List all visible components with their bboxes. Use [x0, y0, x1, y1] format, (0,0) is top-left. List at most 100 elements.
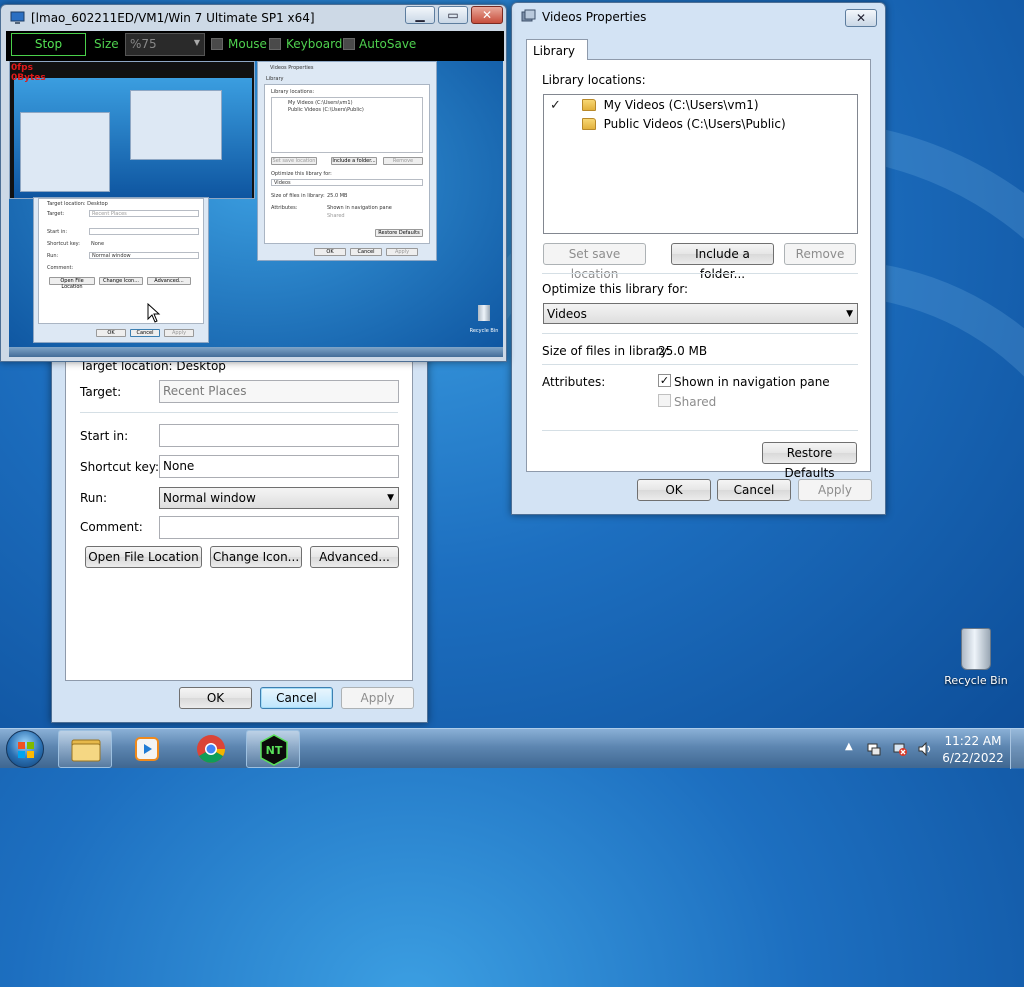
viewer-titlebar[interactable]: [lmao_602211ED/VM1/Win 7 Ultimate SP1 x6… [1, 5, 506, 31]
shortcut-cancel-button[interactable]: Cancel [260, 687, 333, 709]
close-button[interactable]: ✕ [845, 9, 877, 27]
change-icon-button[interactable]: Change Icon... [210, 546, 302, 568]
taskbar-chrome[interactable] [184, 730, 238, 768]
shortcut-tab-panel: Target location: Desktop Target: Recent … [65, 351, 413, 681]
chrome-icon [197, 735, 225, 763]
list-item[interactable]: Public Videos (C:\Users\Public) [550, 117, 786, 135]
taskbar: NT ▲ 11:22 AM 6/22/2022 [0, 728, 1024, 769]
taskbar-nt-app[interactable]: NT [246, 730, 300, 768]
remote-desktop-view[interactable]: 0fps 0Bytes Target location: Desktop Tar… [9, 61, 503, 357]
videos-cancel-button[interactable]: Cancel [717, 479, 791, 501]
media-player-icon [135, 737, 159, 761]
svg-text:NT: NT [266, 744, 283, 757]
clock-time[interactable]: 11:22 AM [938, 734, 1008, 748]
videos-properties-title: Videos Properties [542, 10, 647, 24]
run-dropdown[interactable]: Normal window ▼ [159, 487, 399, 509]
library-tab-panel: Library locations: ✓ My Videos (C:\Users… [526, 59, 871, 480]
mouse-label: Mouse [228, 37, 267, 51]
taskbar-file-explorer[interactable] [58, 730, 112, 768]
size-label: Size [94, 37, 119, 51]
remove-button[interactable]: Remove [784, 243, 856, 265]
keyboard-label: Keyboard [286, 37, 343, 51]
comment-label: Comment: [80, 520, 143, 534]
tray-expand-icon[interactable]: ▲ [845, 741, 853, 752]
taskbar-media-player[interactable] [120, 730, 174, 768]
start-button[interactable] [6, 730, 44, 768]
include-folder-button[interactable]: Include a folder... [671, 243, 774, 281]
restore-defaults-button[interactable]: Restore Defaults [762, 442, 857, 480]
minimize-button[interactable]: ▁ [405, 6, 435, 24]
separator [542, 333, 858, 334]
optimize-dropdown[interactable]: Videos ▼ [543, 303, 858, 324]
target-field[interactable]: Recent Places [159, 380, 399, 403]
file-explorer-icon [71, 739, 101, 762]
start-in-label: Start in: [80, 429, 129, 443]
mouse-checkbox[interactable] [211, 38, 223, 50]
videos-properties-titlebar[interactable]: Videos Properties ✕ [512, 3, 885, 29]
separator [80, 412, 398, 413]
shown-in-nav-label: Shown in navigation pane [674, 375, 830, 389]
keyboard-checkbox[interactable] [269, 38, 281, 50]
size-dropdown[interactable]: %75 ▼ [125, 33, 205, 56]
shortcut-key-label: Shortcut key: [80, 460, 160, 474]
remote-viewer-window: [lmao_602211ED/VM1/Win 7 Ultimate SP1 x6… [0, 4, 507, 362]
shortcut-apply-button[interactable]: Apply [341, 687, 414, 709]
mini-videos-properties: Videos Properties Library Library locati… [257, 61, 437, 261]
minimize-icon: ▁ [415, 8, 425, 22]
volume-icon[interactable] [917, 741, 933, 757]
windows-logo-icon [18, 742, 34, 758]
close-icon: ✕ [481, 8, 493, 22]
set-save-location-button[interactable]: Set save location [543, 243, 646, 281]
autosave-checkbox[interactable] [343, 38, 355, 50]
recycle-bin-label: Recycle Bin [944, 674, 1008, 687]
size-value: 25.0 MB [658, 344, 708, 358]
action-center-icon[interactable] [866, 741, 882, 757]
chevron-down-icon: ▼ [846, 309, 853, 319]
start-in-field[interactable] [159, 424, 399, 447]
autosave-label: AutoSave [359, 37, 417, 51]
separator [542, 364, 858, 365]
library-locations-label: Library locations: [542, 73, 646, 87]
close-button[interactable]: ✕ [471, 6, 503, 24]
library-locations-list[interactable]: ✓ My Videos (C:\Users\vm1) Public Videos… [543, 94, 858, 234]
videos-ok-button[interactable]: OK [637, 479, 711, 501]
size-dropdown-value: %75 [130, 37, 157, 51]
optimize-label: Optimize this library for: [542, 282, 689, 296]
list-item[interactable]: ✓ My Videos (C:\Users\vm1) [550, 98, 759, 116]
checkmark-icon: ✓ [550, 98, 561, 113]
viewer-title: [lmao_602211ED/VM1/Win 7 Ultimate SP1 x6… [31, 11, 315, 25]
viewer-toolbar: Stop Size %75 ▼ Mouse Keyboard AutoSave [6, 31, 504, 61]
open-file-location-button[interactable]: Open File Location [85, 546, 202, 568]
shortcut-properties-window: Target location: Desktop Target: Recent … [51, 350, 428, 723]
folder-icon [581, 99, 596, 111]
network-icon[interactable] [892, 741, 908, 757]
location-label: My Videos (C:\Users\vm1) [603, 98, 759, 112]
mouse-cursor-icon [147, 303, 161, 323]
size-label: Size of files in library: [542, 344, 671, 358]
comment-field[interactable] [159, 516, 399, 539]
maximize-button[interactable]: ▭ [438, 6, 468, 24]
clock-date[interactable]: 6/22/2022 [938, 751, 1008, 765]
location-label: Public Videos (C:\Users\Public) [603, 117, 786, 131]
recycle-bin-icon [961, 628, 991, 670]
shortcut-ok-button[interactable]: OK [179, 687, 252, 709]
videos-apply-button[interactable]: Apply [798, 479, 872, 501]
library-icon [521, 9, 536, 22]
advanced-button[interactable]: Advanced... [310, 546, 399, 568]
nested-viewer-preview [9, 61, 255, 199]
checkmark-icon: ✓ [659, 374, 670, 387]
show-desktop-button[interactable] [1010, 729, 1024, 769]
stats-overlay: 0fps 0Bytes [11, 63, 46, 83]
shared-checkbox[interactable] [658, 394, 671, 407]
recycle-bin-desktop-icon[interactable]: Recycle Bin [940, 628, 1012, 687]
shown-in-nav-checkbox[interactable]: ✓ [658, 374, 671, 387]
mini-taskbar [9, 347, 503, 357]
close-icon: ✕ [855, 11, 867, 25]
target-label: Target: [80, 385, 122, 399]
folder-icon [581, 118, 596, 130]
tab-library[interactable]: Library [526, 39, 588, 60]
mini-shortcut-dialog: Target location: Desktop Target: Recent … [33, 197, 209, 343]
shortcut-key-field[interactable]: None [159, 455, 399, 478]
stop-button[interactable]: Stop [11, 33, 86, 56]
mini-recycle-bin: Recycle Bin [469, 305, 499, 335]
